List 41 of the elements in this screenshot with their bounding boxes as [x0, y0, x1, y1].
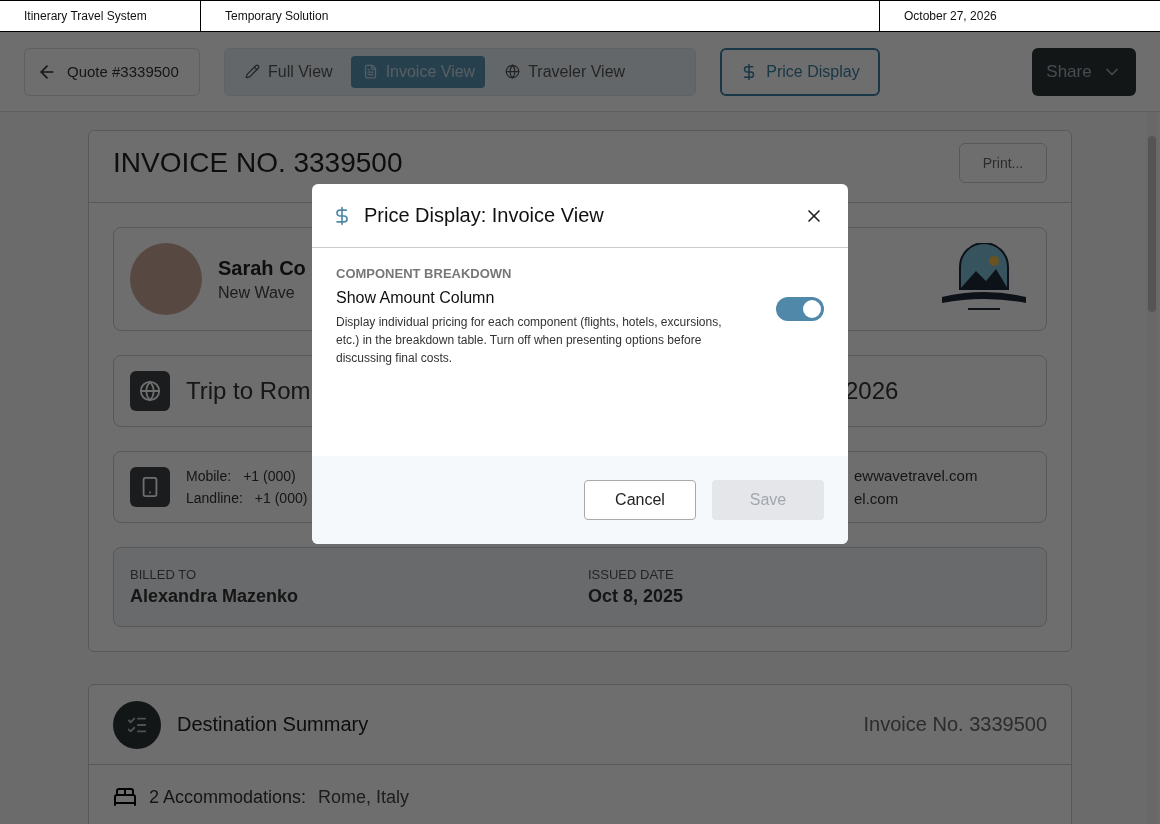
mobile-label: Mobile:: [186, 468, 232, 484]
issued-date-label: ISSUED DATE: [588, 567, 675, 582]
landline-label: Landline:: [186, 490, 243, 506]
solution-label: Temporary Solution: [225, 9, 329, 23]
accommodations-label: 2 Accommodations:: [149, 786, 307, 808]
setting-title: Show Amount Column: [336, 289, 496, 307]
back-button[interactable]: Quote #3339500: [24, 47, 200, 96]
invoice-title: INVOICE NO. 3339500: [113, 146, 403, 179]
print-button[interactable]: Print...: [959, 142, 1047, 183]
globe-icon: [505, 64, 521, 79]
billed-to-label: BILLED TO: [130, 567, 197, 582]
trip-date: 2026: [845, 377, 900, 405]
agent-name: Sarah Co: [218, 256, 306, 280]
landline-number: +1 (000): [254, 490, 308, 506]
summary-invoice-number: Invoice No. 3339500: [863, 713, 1047, 736]
setting-description: Display individual pricing for each component (flights, hotels, excursions, etc.) in the breakdown table. Turn off when presenting options before discussing final costs.: [336, 314, 723, 367]
view-tab[interactable]: Full View: [233, 55, 343, 88]
document-icon: [362, 64, 378, 79]
billed-to-name: Alexandra Mazenko: [130, 586, 300, 607]
price-display-button[interactable]: Price Display: [720, 47, 880, 96]
dialog-title: Price Display: Invoice View: [364, 204, 605, 227]
app-name: Itinerary Travel System: [24, 9, 147, 23]
date-label: October 27, 2026: [904, 9, 997, 23]
view-tab[interactable]: Traveler View: [493, 55, 636, 88]
share-button[interactable]: Share: [1032, 47, 1136, 96]
email-text: el.com: [854, 490, 900, 507]
email-text: ewwavetravel.com: [854, 467, 979, 484]
section-heading: COMPONENT BREAKDOWN: [336, 266, 513, 281]
cancel-button[interactable]: Cancel: [584, 480, 696, 520]
phone-icon: [130, 467, 170, 507]
toggle-switch[interactable]: [776, 297, 824, 321]
globe-icon: [130, 371, 170, 411]
checklist-icon: [113, 700, 161, 749]
mobile-number: +1 (000): [243, 468, 296, 484]
summary-title: Destination Summary: [177, 713, 369, 736]
issued-date: Oct 8, 2025: [588, 586, 685, 607]
bed-icon: [113, 785, 137, 809]
agent-company: New Wave: [218, 283, 296, 302]
trip-title: Trip to Rom: [186, 377, 311, 405]
pencil-icon: [245, 64, 260, 79]
accommodations-value: Rome, Italy: [318, 786, 410, 808]
